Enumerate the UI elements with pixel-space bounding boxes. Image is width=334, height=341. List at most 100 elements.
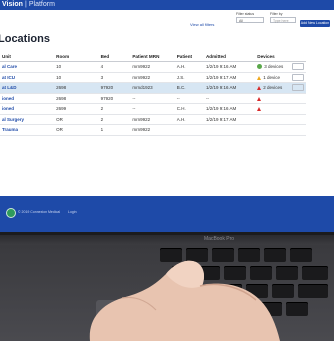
devices-text: 3 devices (264, 64, 284, 70)
row-action-button[interactable] (292, 63, 304, 71)
device-alarm-icon (257, 96, 262, 101)
cell-unit[interactable]: at L&D (0, 82, 55, 94)
cell-admitted: -- (203, 93, 256, 104)
locations-table: Unit Room Bed Patient MRN Patient Admitt… (0, 52, 306, 136)
laptop-screen: Vision | Platform View all filters Filter … (0, 0, 334, 235)
filter-status-select[interactable]: All (236, 17, 264, 23)
cell-room: 10 (54, 61, 99, 73)
cell-admitted: 1/2/19 9:16 AM (203, 103, 256, 115)
filter-bar: View all filters Filter status All Filte… (180, 12, 330, 36)
cell-unit[interactable]: Trauma (0, 124, 55, 136)
cell-devices[interactable]: 2 devices (255, 82, 290, 94)
cell-mrn: mrn9922 (130, 114, 175, 125)
cell-room: OR (54, 124, 99, 136)
device-alarm-icon (257, 86, 262, 91)
cell-admitted: 1/2/19 9:16 AM (203, 61, 256, 73)
table-row-selected[interactable]: at L&D 2698 97920 mrnd1923 B.C. 1/2/19 9… (0, 82, 306, 94)
brand-logo[interactable]: Vision | Platform (2, 0, 55, 10)
column-header-unit[interactable]: Unit (0, 52, 55, 62)
cell-unit[interactable]: ioned (0, 93, 55, 104)
filter-by-label: Filter by (270, 12, 283, 16)
footer-login-link[interactable]: Login (68, 210, 77, 214)
view-all-filters-link[interactable]: View all filters (190, 22, 214, 27)
cell-mrn: -- (130, 93, 175, 104)
cell-unit[interactable]: at ICU (0, 72, 55, 83)
column-header-devices[interactable]: Devices (255, 52, 290, 62)
laptop-model-label: MacBook Pro (204, 236, 235, 242)
device-alarm-icon (257, 107, 262, 112)
table-row[interactable]: ioned 2698 97920 -- -- -- (0, 93, 306, 104)
cell-mrn: mrn9922 (130, 72, 175, 83)
row-action-button[interactable] (292, 84, 304, 92)
cell-devices[interactable]: 3 devices (255, 61, 290, 73)
devices-text: 2 devices (263, 85, 283, 91)
cell-bed: 4 (98, 61, 131, 73)
cell-actions (290, 124, 306, 136)
laptop-hinge: MacBook Pro (0, 235, 334, 245)
cell-bed: 97920 (98, 82, 131, 94)
column-header-actions (290, 52, 306, 62)
company-logo-icon (6, 208, 16, 218)
cell-actions (290, 72, 306, 83)
cell-actions (290, 93, 306, 104)
hand-image (89, 260, 280, 341)
cell-actions (290, 114, 306, 125)
row-action-button[interactable] (292, 73, 304, 81)
cell-unit[interactable]: ioned (0, 103, 55, 115)
column-header-admitted[interactable]: Admitted (203, 52, 256, 62)
devices-text: 1 device (263, 74, 281, 80)
add-location-button[interactable]: Add New Location (300, 20, 330, 27)
cell-bed: 2 (98, 114, 131, 125)
device-ok-icon (257, 64, 263, 70)
key (298, 284, 328, 298)
column-header-mrn[interactable]: Patient MRN (130, 52, 175, 62)
brand-name: Vision (2, 1, 23, 8)
cell-room: 2698 (54, 93, 99, 104)
page-title: Locations (0, 33, 50, 45)
cell-patient: -- (174, 93, 204, 104)
cell-devices[interactable] (255, 103, 290, 115)
key (302, 266, 328, 280)
column-header-room[interactable]: Room (54, 52, 99, 62)
cell-actions (290, 103, 306, 115)
cell-bed: 97920 (98, 93, 131, 104)
column-header-bed[interactable]: Bed (98, 52, 131, 62)
cell-room: 10 (54, 72, 99, 83)
cell-unit[interactable]: al Care (0, 61, 55, 73)
cell-mrn: mrnd1923 (130, 82, 175, 94)
filter-by-input[interactable]: Type here (270, 17, 296, 23)
cell-admitted: 1/2/19 9:17 AM (203, 72, 256, 83)
cell-admitted: 1/2/19 9:16 AM (203, 82, 256, 94)
cell-devices (255, 114, 290, 125)
table-row[interactable]: at ICU 10 3 mrn9922 J.S. 1/2/19 9:17 AM … (0, 72, 306, 83)
cell-bed: 2 (98, 103, 131, 115)
filter-status-label: Filter status (236, 12, 255, 16)
table-row[interactable]: al Surgery OR 2 mrn9922 A.H. 1/2/19 9:17… (0, 114, 306, 125)
cell-patient: J.S. (174, 72, 204, 83)
cell-devices[interactable]: 1 device (255, 72, 290, 83)
page-footer: © 2019 Connexion Medical Login (0, 196, 334, 232)
device-warning-icon (257, 75, 262, 80)
brand-product: Platform (28, 1, 55, 8)
cell-bed: 3 (98, 72, 131, 83)
cell-patient: A.H. (174, 61, 204, 73)
cell-devices[interactable] (255, 93, 290, 104)
top-navigation-bar: Vision | Platform (0, 0, 334, 10)
cell-admitted (203, 124, 256, 136)
cell-patient: C.H. (174, 103, 204, 115)
cell-patient: A.H. (174, 114, 204, 125)
table-row[interactable]: al Care 10 4 mrn9922 A.H. 1/2/19 9:16 AM… (0, 61, 306, 73)
table-row[interactable]: ioned 2699 2 -- C.H. 1/2/19 9:16 AM (0, 103, 306, 115)
brand-separator: | (24, 1, 27, 8)
cell-actions (290, 61, 306, 73)
cell-room: 2698 (54, 82, 99, 94)
table-row[interactable]: Trauma OR 1 mrn9922 (0, 124, 306, 136)
cell-mrn: -- (130, 103, 175, 115)
key (290, 248, 312, 262)
footer-copyright: © 2019 Connexion Medical (18, 210, 61, 214)
cell-patient: B.C. (174, 82, 204, 94)
cell-unit[interactable]: al Surgery (0, 114, 55, 125)
cell-mrn: mrn9922 (130, 124, 175, 136)
cell-bed: 1 (98, 124, 131, 136)
column-header-patient[interactable]: Patient (174, 52, 204, 62)
